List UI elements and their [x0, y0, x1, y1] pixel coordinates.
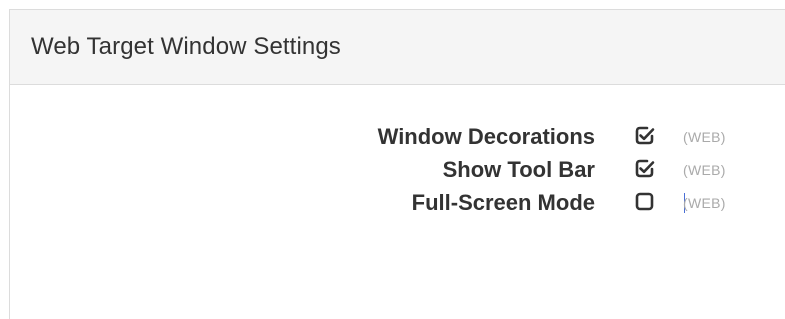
window-decorations-scope-tag: (WEB) — [683, 129, 726, 145]
checkbox-unchecked-icon — [635, 192, 654, 211]
checkbox-checked-icon — [635, 126, 655, 145]
full-screen-mode-label: Full-Screen Mode — [411, 190, 595, 215]
show-tool-bar-checkbox[interactable] — [635, 159, 655, 179]
window-decorations-checkbox[interactable] — [635, 126, 655, 146]
settings-list: Window Decorations (WEB) Show Tool Bar (… — [10, 120, 785, 219]
setting-row-show-tool-bar: Show Tool Bar (WEB) — [10, 153, 785, 186]
window-decorations-label: Window Decorations — [377, 124, 595, 149]
show-tool-bar-label: Show Tool Bar — [442, 157, 595, 182]
full-screen-mode-scope-tag: (WEB) — [683, 195, 726, 211]
show-tool-bar-scope-tag: (WEB) — [683, 162, 726, 178]
checkbox-checked-icon — [635, 159, 655, 178]
web-target-window-settings-panel: Web Target Window Settings Window Decora… — [9, 9, 785, 319]
panel-title: Web Target Window Settings — [31, 33, 341, 60]
full-screen-mode-checkbox[interactable] — [635, 192, 655, 212]
setting-row-window-decorations: Window Decorations (WEB) — [10, 120, 785, 153]
setting-row-full-screen-mode: Full-Screen Mode (WEB) — [10, 186, 785, 219]
panel-header: Web Target Window Settings — [10, 10, 785, 85]
